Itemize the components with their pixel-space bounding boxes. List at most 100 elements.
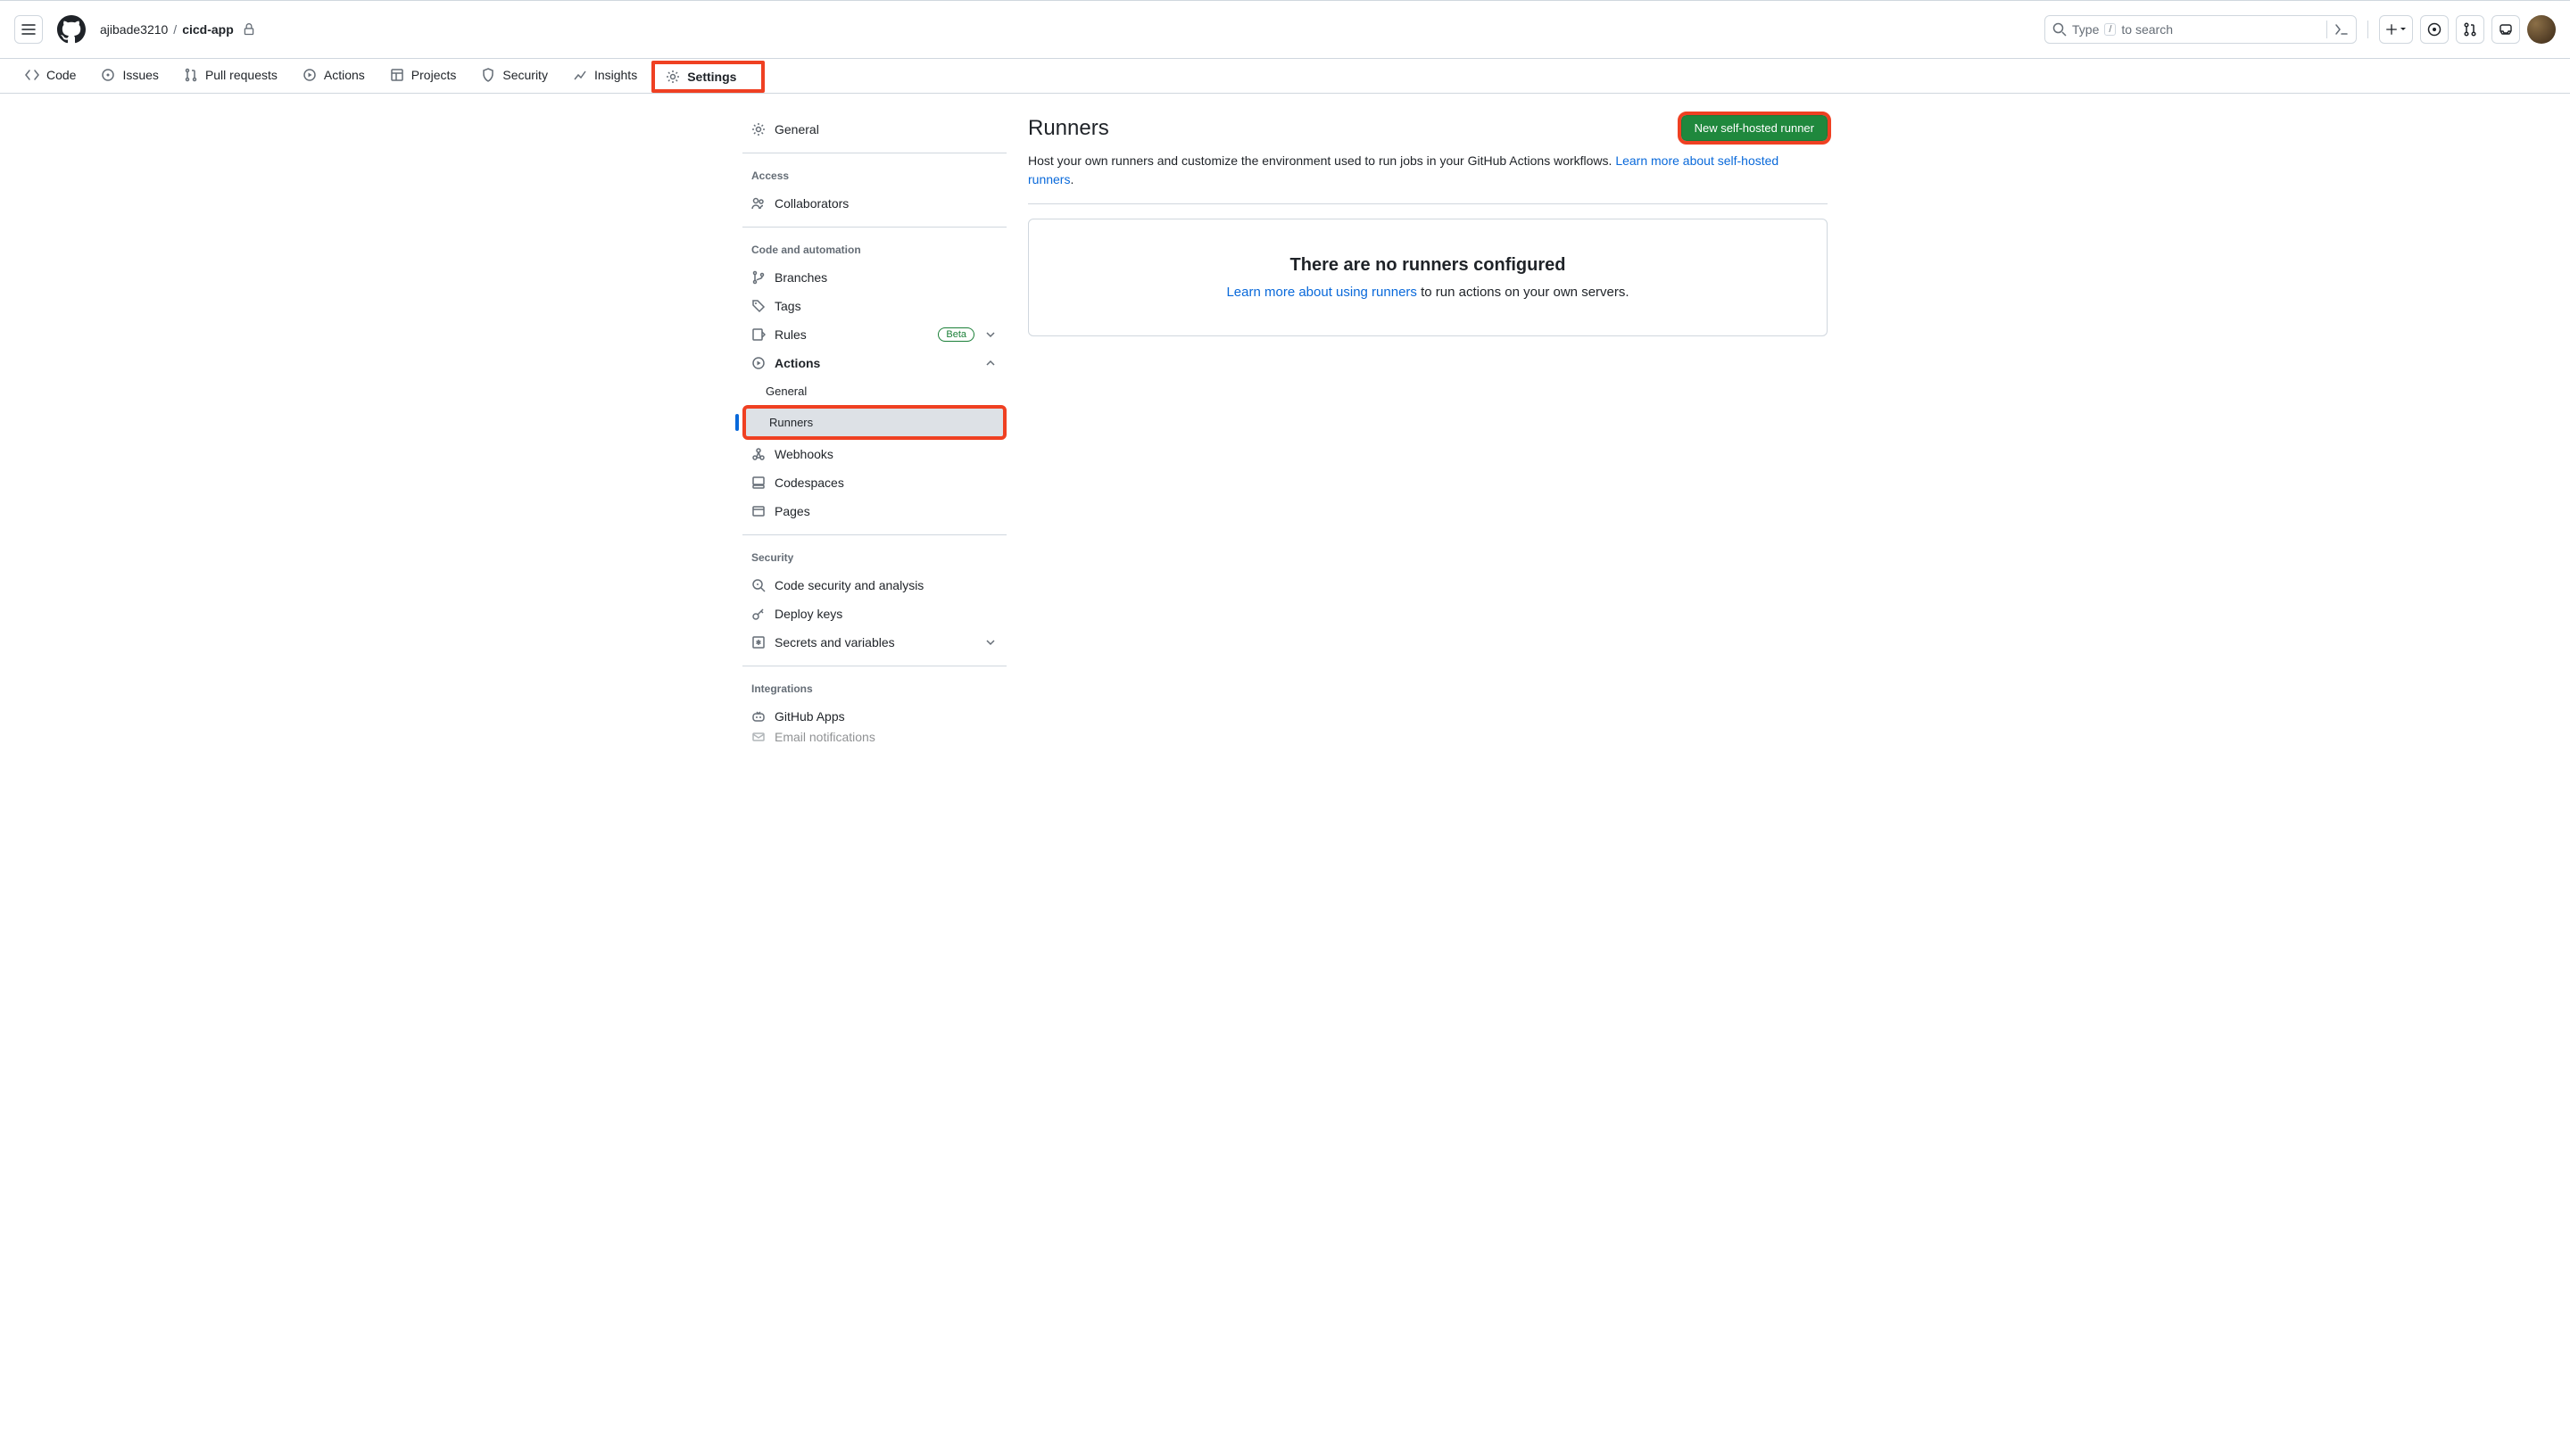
nav-security[interactable]: Security xyxy=(470,59,559,93)
sidebar-item-branches[interactable]: Branches xyxy=(742,263,1007,292)
nav-code-label: Code xyxy=(46,68,76,82)
sidebar-heading-code: Code and automation xyxy=(742,236,1007,263)
user-avatar[interactable] xyxy=(2527,15,2556,44)
sidebar-item-email-notifications[interactable]: Email notifications xyxy=(742,731,1007,743)
sidebar-item-actions-general[interactable]: General xyxy=(742,377,1007,405)
global-header: ajibade3210 / cicd-app Type / to search xyxy=(0,0,2570,59)
webhook-icon xyxy=(751,447,766,461)
hubot-icon xyxy=(751,709,766,724)
issue-icon xyxy=(101,68,115,82)
sidebar-heading-integrations: Integrations xyxy=(742,675,1007,702)
sidebar-item-webhooks[interactable]: Webhooks xyxy=(742,440,1007,468)
nav-projects[interactable]: Projects xyxy=(379,59,468,93)
mail-icon xyxy=(751,731,766,743)
menu-button[interactable] xyxy=(14,15,43,44)
divider xyxy=(2367,21,2368,38)
owner-link[interactable]: ajibade3210 xyxy=(100,22,168,37)
sidebar-collaborators-label: Collaborators xyxy=(775,196,849,211)
github-logo-icon[interactable] xyxy=(57,15,86,44)
sidebar-item-codespaces[interactable]: Codespaces xyxy=(742,468,1007,497)
sidebar-actions-general-label: General xyxy=(766,385,807,398)
nav-actions[interactable]: Actions xyxy=(292,59,376,93)
sidebar-item-general[interactable]: General xyxy=(742,115,1007,144)
sidebar-branches-label: Branches xyxy=(775,270,827,285)
people-icon xyxy=(751,196,766,211)
sidebar-item-secrets[interactable]: Secrets and variables xyxy=(742,628,1007,657)
nav-projects-label: Projects xyxy=(411,68,457,82)
sidebar-item-actions[interactable]: Actions xyxy=(742,349,1007,377)
issues-button[interactable] xyxy=(2420,15,2449,44)
pull-request-icon xyxy=(184,68,198,82)
sidebar-general-label: General xyxy=(775,122,819,136)
sidebar-item-code-security[interactable]: Code security and analysis xyxy=(742,571,1007,600)
sidebar-item-actions-runners[interactable]: Runners xyxy=(742,405,1007,440)
learn-more-runners-link[interactable]: Learn more about using runners xyxy=(1226,285,1416,300)
sidebar-actions-label: Actions xyxy=(775,356,820,370)
command-palette-icon[interactable] xyxy=(2326,21,2349,38)
caret-down-icon xyxy=(2400,26,2407,33)
search-suffix: to search xyxy=(2121,22,2173,37)
empty-title: There are no runners configured xyxy=(1047,255,1809,276)
pages-icon xyxy=(751,504,766,518)
nav-pull-requests[interactable]: Pull requests xyxy=(173,59,288,93)
inbox-icon xyxy=(2499,22,2513,37)
pull-requests-button[interactable] xyxy=(2456,15,2484,44)
nav-security-label: Security xyxy=(502,68,548,82)
sidebar-item-rules[interactable]: Rules Beta xyxy=(742,320,1007,349)
asterisk-icon xyxy=(751,635,766,649)
chevron-down-icon xyxy=(983,635,998,649)
sidebar-item-pages[interactable]: Pages xyxy=(742,497,1007,525)
sidebar-github-apps-label: GitHub Apps xyxy=(775,709,845,724)
page-title: Runners xyxy=(1028,116,1109,141)
main-content: Runners New self-hosted runner Host your… xyxy=(1028,115,1828,743)
notifications-button[interactable] xyxy=(2491,15,2520,44)
sidebar-actions-runners-label: Runners xyxy=(769,416,813,429)
sidebar-item-tags[interactable]: Tags xyxy=(742,292,1007,320)
sidebar-item-deploy-keys[interactable]: Deploy keys xyxy=(742,600,1007,628)
analysis-icon xyxy=(751,578,766,592)
sidebar-item-github-apps[interactable]: GitHub Apps xyxy=(742,702,1007,731)
chevron-down-icon xyxy=(983,327,998,342)
new-self-hosted-runner-button[interactable]: New self-hosted runner xyxy=(1681,115,1828,141)
chevron-up-icon xyxy=(983,356,998,370)
nav-insights[interactable]: Insights xyxy=(562,59,648,93)
lock-icon xyxy=(243,23,255,36)
tag-icon xyxy=(751,299,766,313)
page-description: Host your own runners and customize the … xyxy=(1028,152,1828,204)
nav-issues[interactable]: Issues xyxy=(90,59,169,93)
nav-issues-label: Issues xyxy=(122,68,158,82)
gear-icon xyxy=(751,122,766,136)
search-input[interactable]: Type / to search xyxy=(2044,15,2357,44)
nav-insights-label: Insights xyxy=(594,68,637,82)
breadcrumb: ajibade3210 / cicd-app xyxy=(100,22,255,37)
sidebar-webhooks-label: Webhooks xyxy=(775,447,833,461)
search-icon xyxy=(2052,22,2067,37)
graph-icon xyxy=(573,68,587,82)
rules-icon xyxy=(751,327,766,342)
nav-code[interactable]: Code xyxy=(14,59,87,93)
sidebar-tags-label: Tags xyxy=(775,299,801,313)
desc-text: Host your own runners and customize the … xyxy=(1028,153,1615,168)
repo-link[interactable]: cicd-app xyxy=(182,22,234,37)
search-prefix: Type xyxy=(2072,22,2099,37)
hamburger-icon xyxy=(21,22,36,37)
empty-state: There are no runners configured Learn mo… xyxy=(1028,219,1828,336)
create-new-button[interactable] xyxy=(2379,15,2413,44)
nav-actions-label: Actions xyxy=(324,68,365,82)
sidebar-secrets-label: Secrets and variables xyxy=(775,635,895,649)
nav-settings-label: Settings xyxy=(687,70,736,84)
branch-icon xyxy=(751,270,766,285)
repo-nav: Code Issues Pull requests Actions Projec… xyxy=(0,59,2570,94)
sidebar-rules-label: Rules xyxy=(775,327,807,342)
sidebar-pages-label: Pages xyxy=(775,504,810,518)
project-icon xyxy=(390,68,404,82)
sidebar-item-collaborators[interactable]: Collaborators xyxy=(742,189,1007,218)
key-icon xyxy=(751,607,766,621)
play-icon xyxy=(303,68,317,82)
nav-settings[interactable]: Settings xyxy=(651,61,765,93)
sidebar-heading-access: Access xyxy=(742,162,1007,189)
sidebar-heading-security: Security xyxy=(742,544,1007,571)
gear-icon xyxy=(666,70,680,84)
nav-pr-label: Pull requests xyxy=(205,68,278,82)
sidebar-email-label: Email notifications xyxy=(775,731,875,743)
